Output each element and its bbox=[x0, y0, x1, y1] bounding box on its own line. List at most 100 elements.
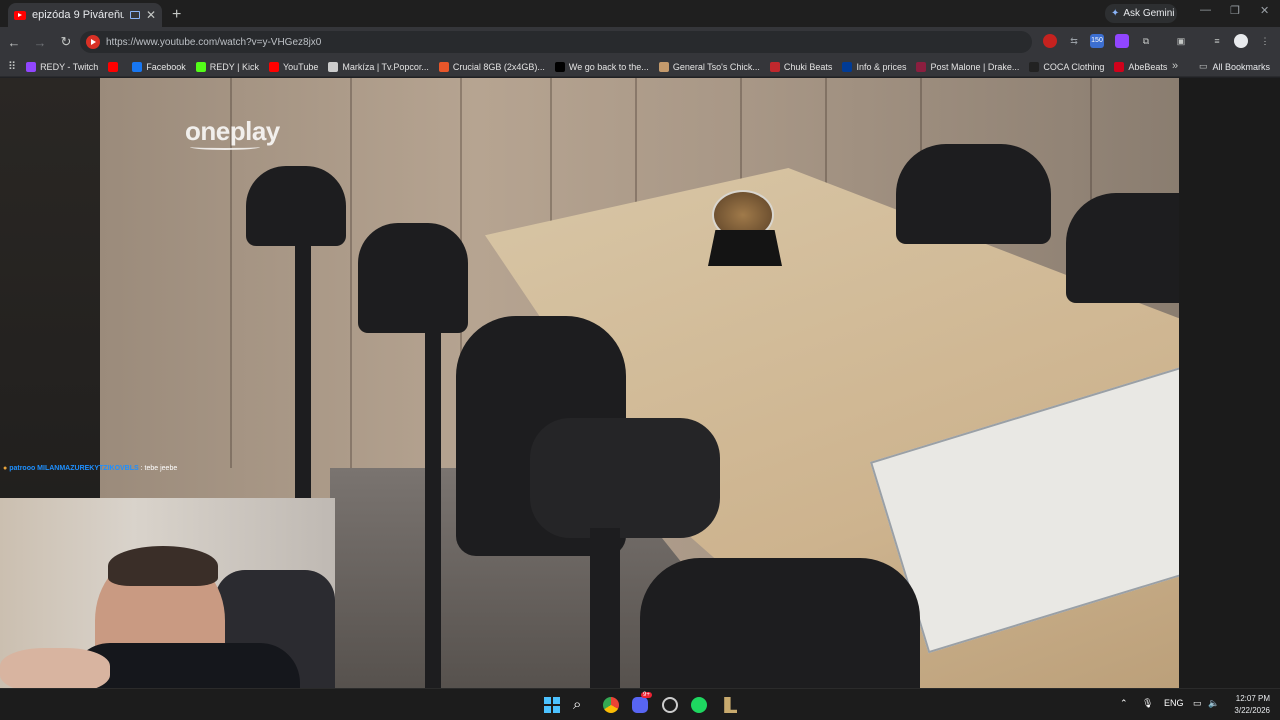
discord-badge: 9+ bbox=[641, 692, 652, 698]
bookmark-item[interactable]: General Tso's Chick... bbox=[658, 61, 760, 72]
globe-icon bbox=[328, 61, 339, 72]
app-icon[interactable] bbox=[662, 697, 678, 713]
close-window-button[interactable]: ✕ bbox=[1260, 4, 1269, 17]
discord-icon[interactable]: 9+ bbox=[632, 692, 652, 713]
kick-icon bbox=[195, 61, 206, 72]
address-url[interactable]: https://www.youtube.com/watch?v=y-VHGez8… bbox=[106, 37, 321, 48]
chair-seat bbox=[530, 418, 720, 538]
profile-avatar[interactable] bbox=[1234, 34, 1248, 48]
reading-list-icon[interactable]: ≡ bbox=[1210, 34, 1224, 48]
chat-username: patrooo MILANMAZUREKYTZIKOVBLS bbox=[9, 465, 139, 472]
bookmark-label: Info & prices bbox=[856, 61, 907, 72]
bookmark-item[interactable]: REDY - Twitch bbox=[26, 61, 99, 72]
bookmark-label: General Tso's Chick... bbox=[672, 61, 760, 72]
all-bookmarks-label: All Bookmarks bbox=[1212, 61, 1270, 72]
bookmark-label: Post Malone | Drake... bbox=[930, 61, 1020, 72]
microphone-icon[interactable]: 🎙 bbox=[1142, 698, 1153, 709]
crucial-icon bbox=[438, 61, 449, 72]
bookmark-label: COCA Clothing bbox=[1043, 61, 1105, 72]
system-clock[interactable]: 12:07 PM 3/22/2026 bbox=[1222, 693, 1270, 717]
chair-back bbox=[358, 223, 468, 333]
bookmark-item[interactable]: REDY | Kick bbox=[195, 61, 259, 72]
bookmark-item[interactable]: Markíza | Tv.Popcor... bbox=[328, 61, 429, 72]
bookmark-item[interactable]: Crucial 8GB (2x4GB)... bbox=[438, 61, 545, 72]
new-tab-button[interactable]: + bbox=[172, 3, 181, 27]
windows-start-icon[interactable] bbox=[544, 697, 560, 713]
chuki-icon bbox=[769, 61, 780, 72]
minimize-button[interactable]: — bbox=[1200, 4, 1211, 16]
streamer-hand bbox=[0, 648, 110, 688]
tab-strip: epizóda 9 Piváreňu u Kultúr ✕ + bbox=[0, 0, 1280, 27]
browser-toolbar: ← → ↻ https://www.youtube.com/watch?v=y-… bbox=[0, 27, 1280, 57]
food-icon bbox=[658, 61, 669, 72]
chair-seat bbox=[640, 558, 920, 688]
twitch-extension-icon[interactable] bbox=[1115, 34, 1129, 48]
bookmark-item[interactable]: YouTube bbox=[268, 61, 319, 72]
ask-gemini-button[interactable]: ✦ Ask Gemini bbox=[1105, 4, 1177, 23]
bookmark-item[interactable]: We go back to the... bbox=[554, 61, 649, 72]
youtube-icon bbox=[14, 10, 26, 20]
puzzle-icon[interactable]: ⧉ bbox=[1139, 34, 1153, 48]
chair-back bbox=[896, 144, 1051, 244]
bookmark-label: Facebook bbox=[146, 61, 186, 72]
oneplay-watermark: oneplay bbox=[185, 116, 280, 146]
close-tab-icon[interactable]: ✕ bbox=[146, 8, 156, 22]
right-backdrop bbox=[1179, 78, 1280, 688]
bookmark-item[interactable]: COCA Clothing bbox=[1029, 61, 1105, 72]
chair-leg bbox=[425, 328, 441, 688]
language-indicator[interactable]: ENG bbox=[1164, 698, 1184, 708]
bookmark-label: REDY | Kick bbox=[209, 61, 259, 72]
league-icon[interactable] bbox=[724, 697, 737, 713]
bookmark-item[interactable]: Info & prices bbox=[842, 61, 907, 72]
coin-stand bbox=[708, 230, 782, 266]
extension-badge-icon[interactable]: 150 bbox=[1090, 34, 1104, 48]
bookmark-item[interactable] bbox=[108, 61, 122, 72]
bookmark-label: Crucial 8GB (2x4GB)... bbox=[452, 61, 545, 72]
maximize-button[interactable]: ❐ bbox=[1230, 4, 1240, 17]
youtube-icon bbox=[108, 61, 119, 72]
all-bookmarks[interactable]: ▭ All Bookmarks bbox=[1199, 61, 1270, 72]
oneplay-swoosh bbox=[190, 144, 260, 150]
volume-icon[interactable]: 🔈 bbox=[1208, 698, 1219, 709]
bookmark-item[interactable]: Facebook bbox=[132, 61, 186, 72]
back-icon[interactable]: ← bbox=[2, 35, 26, 50]
bookmark-item[interactable]: AbeBeats bbox=[1114, 61, 1167, 72]
chat-badge-icon: ● bbox=[3, 465, 8, 472]
translate-icon[interactable]: ⇆ bbox=[1067, 34, 1081, 48]
chat-overlay: ● patrooo MILANMAZUREKYTZIKOVBLS : tebe … bbox=[3, 465, 177, 472]
extension-icon[interactable] bbox=[1043, 34, 1057, 48]
spotify-icon[interactable] bbox=[691, 697, 707, 713]
chat-message: : tebe jeebe bbox=[140, 465, 178, 472]
streamer-hair bbox=[108, 546, 218, 586]
bookmark-label: YouTube bbox=[282, 61, 319, 72]
windows-taskbar: ⌕ 9+ ⌃ 🎙 ENG ▭ 🔈 12:07 PM 3/22/2026 bbox=[0, 688, 1280, 720]
chrome-icon[interactable] bbox=[603, 697, 619, 713]
gemini-icon: ✦ bbox=[1111, 8, 1120, 19]
more-bookmarks-icon[interactable]: » bbox=[1172, 60, 1178, 72]
address-bar[interactable]: https://www.youtube.com/watch?v=y-VHGez8… bbox=[80, 31, 1032, 53]
bookmark-label: Chuki Beats bbox=[783, 61, 833, 72]
bookmark-label: REDY - Twitch bbox=[40, 61, 99, 72]
site-info-icon[interactable] bbox=[86, 35, 100, 49]
chair-back bbox=[1066, 193, 1179, 303]
browser-tab[interactable]: epizóda 9 Piváreňu u Kultúr ✕ bbox=[8, 3, 162, 27]
bookmark-label: We go back to the... bbox=[568, 61, 649, 72]
youtube-page: oneplay ● patrooo MILANMAZUREKYTZIKOVBLS… bbox=[0, 78, 1280, 688]
clock-time: 12:07 PM bbox=[1235, 694, 1270, 703]
sidepanel-icon[interactable]: ▣ bbox=[1174, 34, 1188, 48]
youtube-icon bbox=[268, 61, 279, 72]
bookmark-item[interactable]: Chuki Beats bbox=[769, 61, 833, 72]
facebook-icon bbox=[132, 61, 143, 72]
network-icon[interactable]: ▭ bbox=[1193, 698, 1202, 709]
reload-icon[interactable]: ↻ bbox=[54, 34, 78, 50]
tray-chevron-icon[interactable]: ⌃ bbox=[1120, 698, 1128, 709]
forward-icon[interactable]: → bbox=[28, 35, 52, 50]
bookmark-item[interactable]: Post Malone | Drake... bbox=[916, 61, 1020, 72]
booking-icon bbox=[842, 61, 853, 72]
folder-icon: ▭ bbox=[1198, 61, 1208, 71]
menu-icon[interactable]: ⋮ bbox=[1258, 34, 1272, 48]
clock-date: 3/22/2026 bbox=[1234, 706, 1270, 715]
apps-icon[interactable]: ⠿ bbox=[8, 60, 16, 73]
search-icon[interactable]: ⌕ bbox=[573, 697, 589, 713]
bookmark-list: REDY - Twitch Facebook REDY | Kick YouTube M… bbox=[16, 61, 1167, 72]
